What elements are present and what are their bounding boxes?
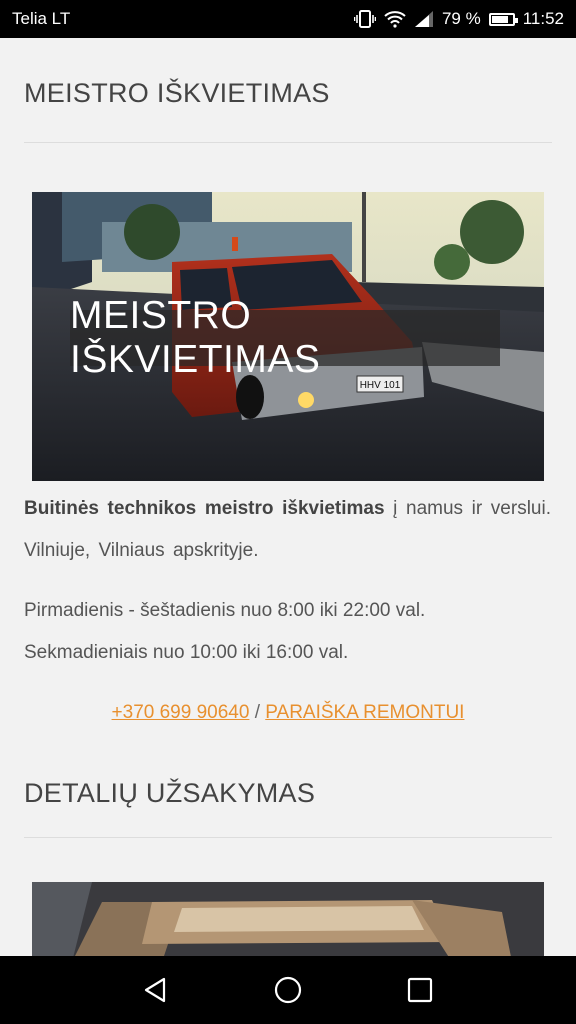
section-title-detaliu: DETALIŲ UŽSAKYMAS [24,778,316,808]
system-nav-bar [0,956,576,1024]
hours-weekdays: Pirmadienis - šeštadienis nuo 8:00 iki 2… [24,600,426,621]
section-divider [24,837,552,838]
recents-button[interactable] [400,970,440,1010]
page-content: MEISTRO IŠKVIETIMAS HHV 101 MEISTRO IŠKV… [0,38,576,956]
contact-links: +370 699 90640 / PARAIŠKA REMONTUI [0,702,576,724]
section-divider [24,142,552,143]
phone-link[interactable]: +370 699 90640 [112,702,250,723]
hours-sunday: Sekmadieniais nuo 10:00 iki 16:00 val. [24,642,349,663]
status-bar: Telia LT 79 % 11:52 [0,0,576,38]
section-title-meistro: MEISTRO IŠKVIETIMAS [24,78,330,108]
repair-request-link[interactable]: PARAIŠKA REMONTUI [265,702,464,723]
home-button[interactable] [268,970,308,1010]
battery-icon [488,12,518,26]
hero-image[interactable]: HHV 101 MEISTRO IŠKVIETIMAS [32,192,544,481]
clock: 11:52 [522,9,564,28]
parts-photo [32,882,544,956]
intro-paragraph: Buitinės technikos meistro iškvietimas į… [24,488,551,572]
battery-fill [491,15,508,23]
recents-square-icon [407,977,433,1003]
battery-percent: 79 % [441,9,481,28]
wifi-icon [384,10,406,28]
parts-order-image[interactable] [32,882,544,956]
intro-bold-text: Buitinės technikos meistro iškvietimas [24,498,385,519]
home-circle-icon [274,976,302,1004]
vibrate-icon [353,10,376,28]
signal-icon [414,10,434,28]
link-separator: / [249,702,266,723]
hero-title-overlay: MEISTRO IŠKVIETIMAS [70,294,500,381]
carrier-label: Telia LT [12,9,71,28]
back-triangle-icon [144,977,166,1003]
back-button[interactable] [136,970,176,1010]
status-icons: 79 % 11:52 [353,9,564,29]
